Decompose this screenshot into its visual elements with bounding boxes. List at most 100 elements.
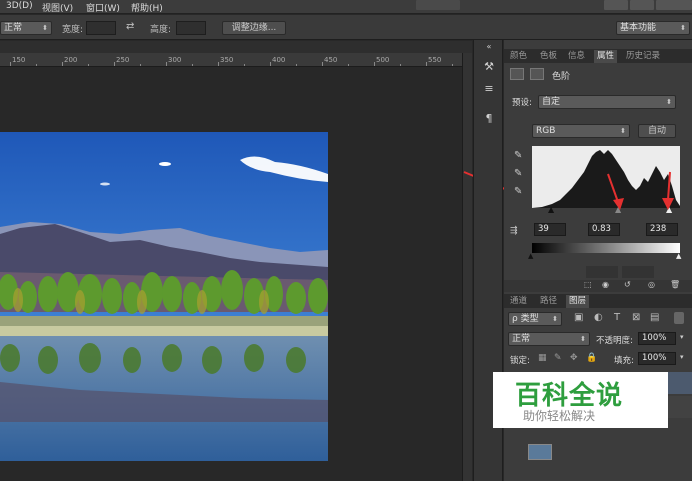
menu-3d[interactable]: 3D(D) [6,1,33,11]
watermark-subtitle: 助你轻松解决 [523,409,596,423]
workspace-select[interactable]: 基本功能 ⬍ [616,21,690,35]
visibility-icon[interactable]: ◎ [648,280,655,289]
tab-properties[interactable]: 属性 [594,50,618,63]
restore-button[interactable] [630,0,654,10]
ruler-label: 300 [168,56,182,64]
tab-color[interactable]: 颜色 [510,50,527,63]
landscape-photo [0,132,328,461]
eye-preview-icon[interactable]: ◉ [602,280,609,289]
menu-help[interactable]: 帮助(H) [131,1,163,14]
brush-tool-icon[interactable]: ⚒ [481,60,497,74]
mask-icon[interactable] [530,68,544,80]
menu-window[interactable]: 窗口(W) [86,1,120,14]
white-eyedropper-icon[interactable]: ✎ [514,186,522,197]
output-white-handle[interactable]: ▲ [676,252,681,260]
tab-paths[interactable]: 路径 [540,295,557,308]
black-eyedropper-icon[interactable]: ✎ [514,150,522,161]
properties-footer: ⬚ ◉ ↺ ◎ 🗑 [504,280,692,292]
fill-label: 填充: [614,356,634,366]
output-gradient [532,243,680,253]
paragraph-icon[interactable]: ¶ [481,112,497,126]
trash-icon[interactable]: 🗑 [670,280,680,289]
vertical-scrollbar[interactable] [462,53,472,481]
minimize-button[interactable] [604,0,628,10]
chevron-down-icon: ⬍ [580,335,586,343]
filter-toggle[interactable] [674,312,684,324]
menu-view[interactable]: 视图(V) [42,1,73,14]
tab-info[interactable]: 信息 [568,50,585,63]
options-bar: 正常 ⬍ 宽度: ⇄ 高度: 调整边缘... 基本功能 ⬍ [0,15,692,40]
refine-edge-button[interactable]: 调整边缘... [222,21,286,35]
image-filter-icon[interactable]: ▣ [574,312,583,323]
blend-mode-select[interactable]: 正常 ⬍ [508,332,590,346]
preset-select[interactable]: 自定 ⬍ [538,95,676,109]
layer-thumbnail[interactable] [528,444,552,460]
annotation-arrows [607,171,674,210]
ruler-label: 450 [324,56,338,64]
height-field[interactable] [176,21,206,35]
tab-channels[interactable]: 通道 [510,295,527,308]
opacity-field[interactable]: 100% [638,332,676,345]
tab-swatches[interactable]: 色板 [540,50,557,63]
ruler-label: 400 [272,56,286,64]
output-black-handle[interactable]: ▲ [528,252,533,260]
ruler-label: 150 [12,56,26,64]
brush-settings-icon[interactable]: ≡ [481,82,497,96]
shape-filter-icon[interactable]: ⊠ [632,312,640,323]
type-filter-icon[interactable]: T [614,312,620,323]
ruler-label: 200 [64,56,78,64]
input-black-field[interactable]: 39 [534,223,566,236]
collapse-icon[interactable]: « [481,40,497,54]
swap-icon[interactable]: ⇄ [126,21,134,32]
watermark-logo: 百科全说 助你轻松解决 [493,372,668,428]
mode-select[interactable]: 正常 ⬍ [0,21,52,35]
input-levels-icon: ⇶ [510,226,518,236]
ruler-label: 250 [116,56,130,64]
output-black-field[interactable] [586,266,618,278]
lock-all-icon[interactable]: 🔒 [586,353,597,363]
ruler-label: 550 [428,56,442,64]
chevron-down-icon: ⬍ [552,315,558,323]
menu-bar: 3D(D) 视图(V) 窗口(W) 帮助(H) [0,0,692,14]
tab-layers[interactable]: 图层 [566,295,590,308]
gray-eyedropper-icon[interactable]: ✎ [514,168,522,179]
tab-history[interactable]: 历史记录 [626,50,660,63]
chevron-down-icon: ⬍ [42,24,48,32]
workspace-switcher[interactable] [416,0,460,10]
channel-select-value: RGB [536,126,556,136]
layer-kind-select[interactable]: ρ 类型 ⬍ [508,312,562,326]
levels-icon [510,68,524,80]
width-field[interactable] [86,21,116,35]
clip-icon[interactable]: ⬚ [584,280,592,289]
smart-filter-icon[interactable]: ▤ [650,312,659,323]
adjustment-filter-icon[interactable]: ◐ [594,312,603,323]
lock-pixels-icon[interactable]: ▦ [538,353,547,363]
chevron-down-icon[interactable]: ▾ [680,353,684,361]
input-gray-field[interactable]: 0.83 [588,223,620,236]
preset-select-value: 自定 [542,97,561,107]
properties-title: 色阶 [552,72,571,82]
reset-icon[interactable]: ↺ [624,280,631,289]
height-label: 高度: [150,25,172,35]
opacity-label: 不透明度: [596,336,633,346]
fill-field[interactable]: 100% [638,352,676,365]
horizontal-ruler: 150 200 250 300 350 400 450 500 550 [0,53,462,67]
chevron-down-icon: ⬍ [620,127,626,135]
ruler-label: 500 [376,56,390,64]
close-button[interactable] [656,0,692,10]
width-label: 宽度: [62,25,84,35]
layer-kind-value: ρ 类型 [512,314,539,324]
lock-label: 锁定: [510,356,530,366]
lock-position-icon[interactable]: ✥ [570,353,578,363]
output-white-field[interactable] [622,266,654,278]
lock-image-icon[interactable]: ✎ [554,353,562,363]
black-point-handle[interactable]: ▲ [548,205,554,214]
chevron-down-icon[interactable]: ▾ [680,333,684,341]
chevron-down-icon: ⬍ [666,98,672,106]
input-white-field[interactable]: 238 [646,223,678,236]
workspace-select-value: 基本功能 [620,23,657,33]
blend-mode-value: 正常 [512,334,531,344]
mode-select-value: 正常 [4,23,23,33]
auto-button[interactable]: 自动 [638,124,676,138]
channel-select[interactable]: RGB ⬍ [532,124,630,138]
